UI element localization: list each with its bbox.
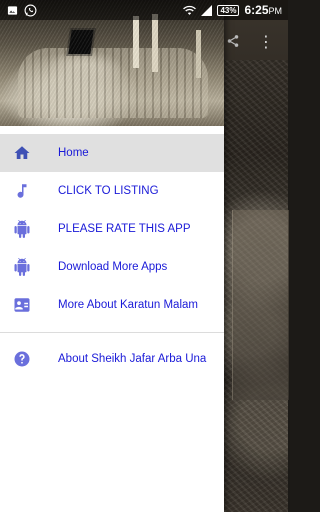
help-icon [0,350,44,368]
clock-suffix: PM [268,6,283,16]
navigation-drawer: Home CLICK TO LISTING PLEASE RATE THIS A… [0,0,224,512]
image-notification-icon [7,5,18,16]
more-vert-icon[interactable]: ⋮ [258,32,275,52]
contact-card-icon [0,296,44,314]
background-panel [232,210,289,400]
android-icon [0,258,44,276]
menu-item-label: Home [58,147,89,159]
menu-item-click-to-listing[interactable]: CLICK TO LISTING [0,172,224,210]
whatsapp-icon [24,4,37,17]
android-icon [0,220,44,238]
menu-item-rate-app[interactable]: PLEASE RATE THIS APP [0,210,224,248]
home-icon [0,144,44,162]
status-bar: 43% 6:25PM [0,0,288,20]
menu-item-label: About Sheikh Jafar Arba Una [58,353,207,365]
menu-item-more-about[interactable]: More About Karatun Malam [0,286,224,324]
wifi-icon [183,5,197,16]
drawer-secondary-menu: About Sheikh Jafar Arba Una [0,340,224,378]
music-note-icon [0,182,44,200]
battery-indicator: 43% [217,4,240,16]
share-icon[interactable] [226,34,240,53]
menu-item-label: More About Karatun Malam [58,299,198,311]
menu-item-label: Download More Apps [58,261,168,273]
menu-item-download-more[interactable]: Download More Apps [0,248,224,286]
signal-icon [201,4,213,16]
clock-time: 6:25 [244,3,269,17]
menu-item-about-sheikh[interactable]: About Sheikh Jafar Arba Una [0,340,224,378]
menu-item-home[interactable]: Home [0,134,224,172]
menu-item-label: CLICK TO LISTING [58,185,159,197]
menu-divider [0,332,224,333]
menu-item-label: PLEASE RATE THIS APP [58,223,191,235]
clock: 6:25PM [244,3,282,17]
drawer-menu: Home CLICK TO LISTING PLEASE RATE THIS A… [0,134,224,324]
